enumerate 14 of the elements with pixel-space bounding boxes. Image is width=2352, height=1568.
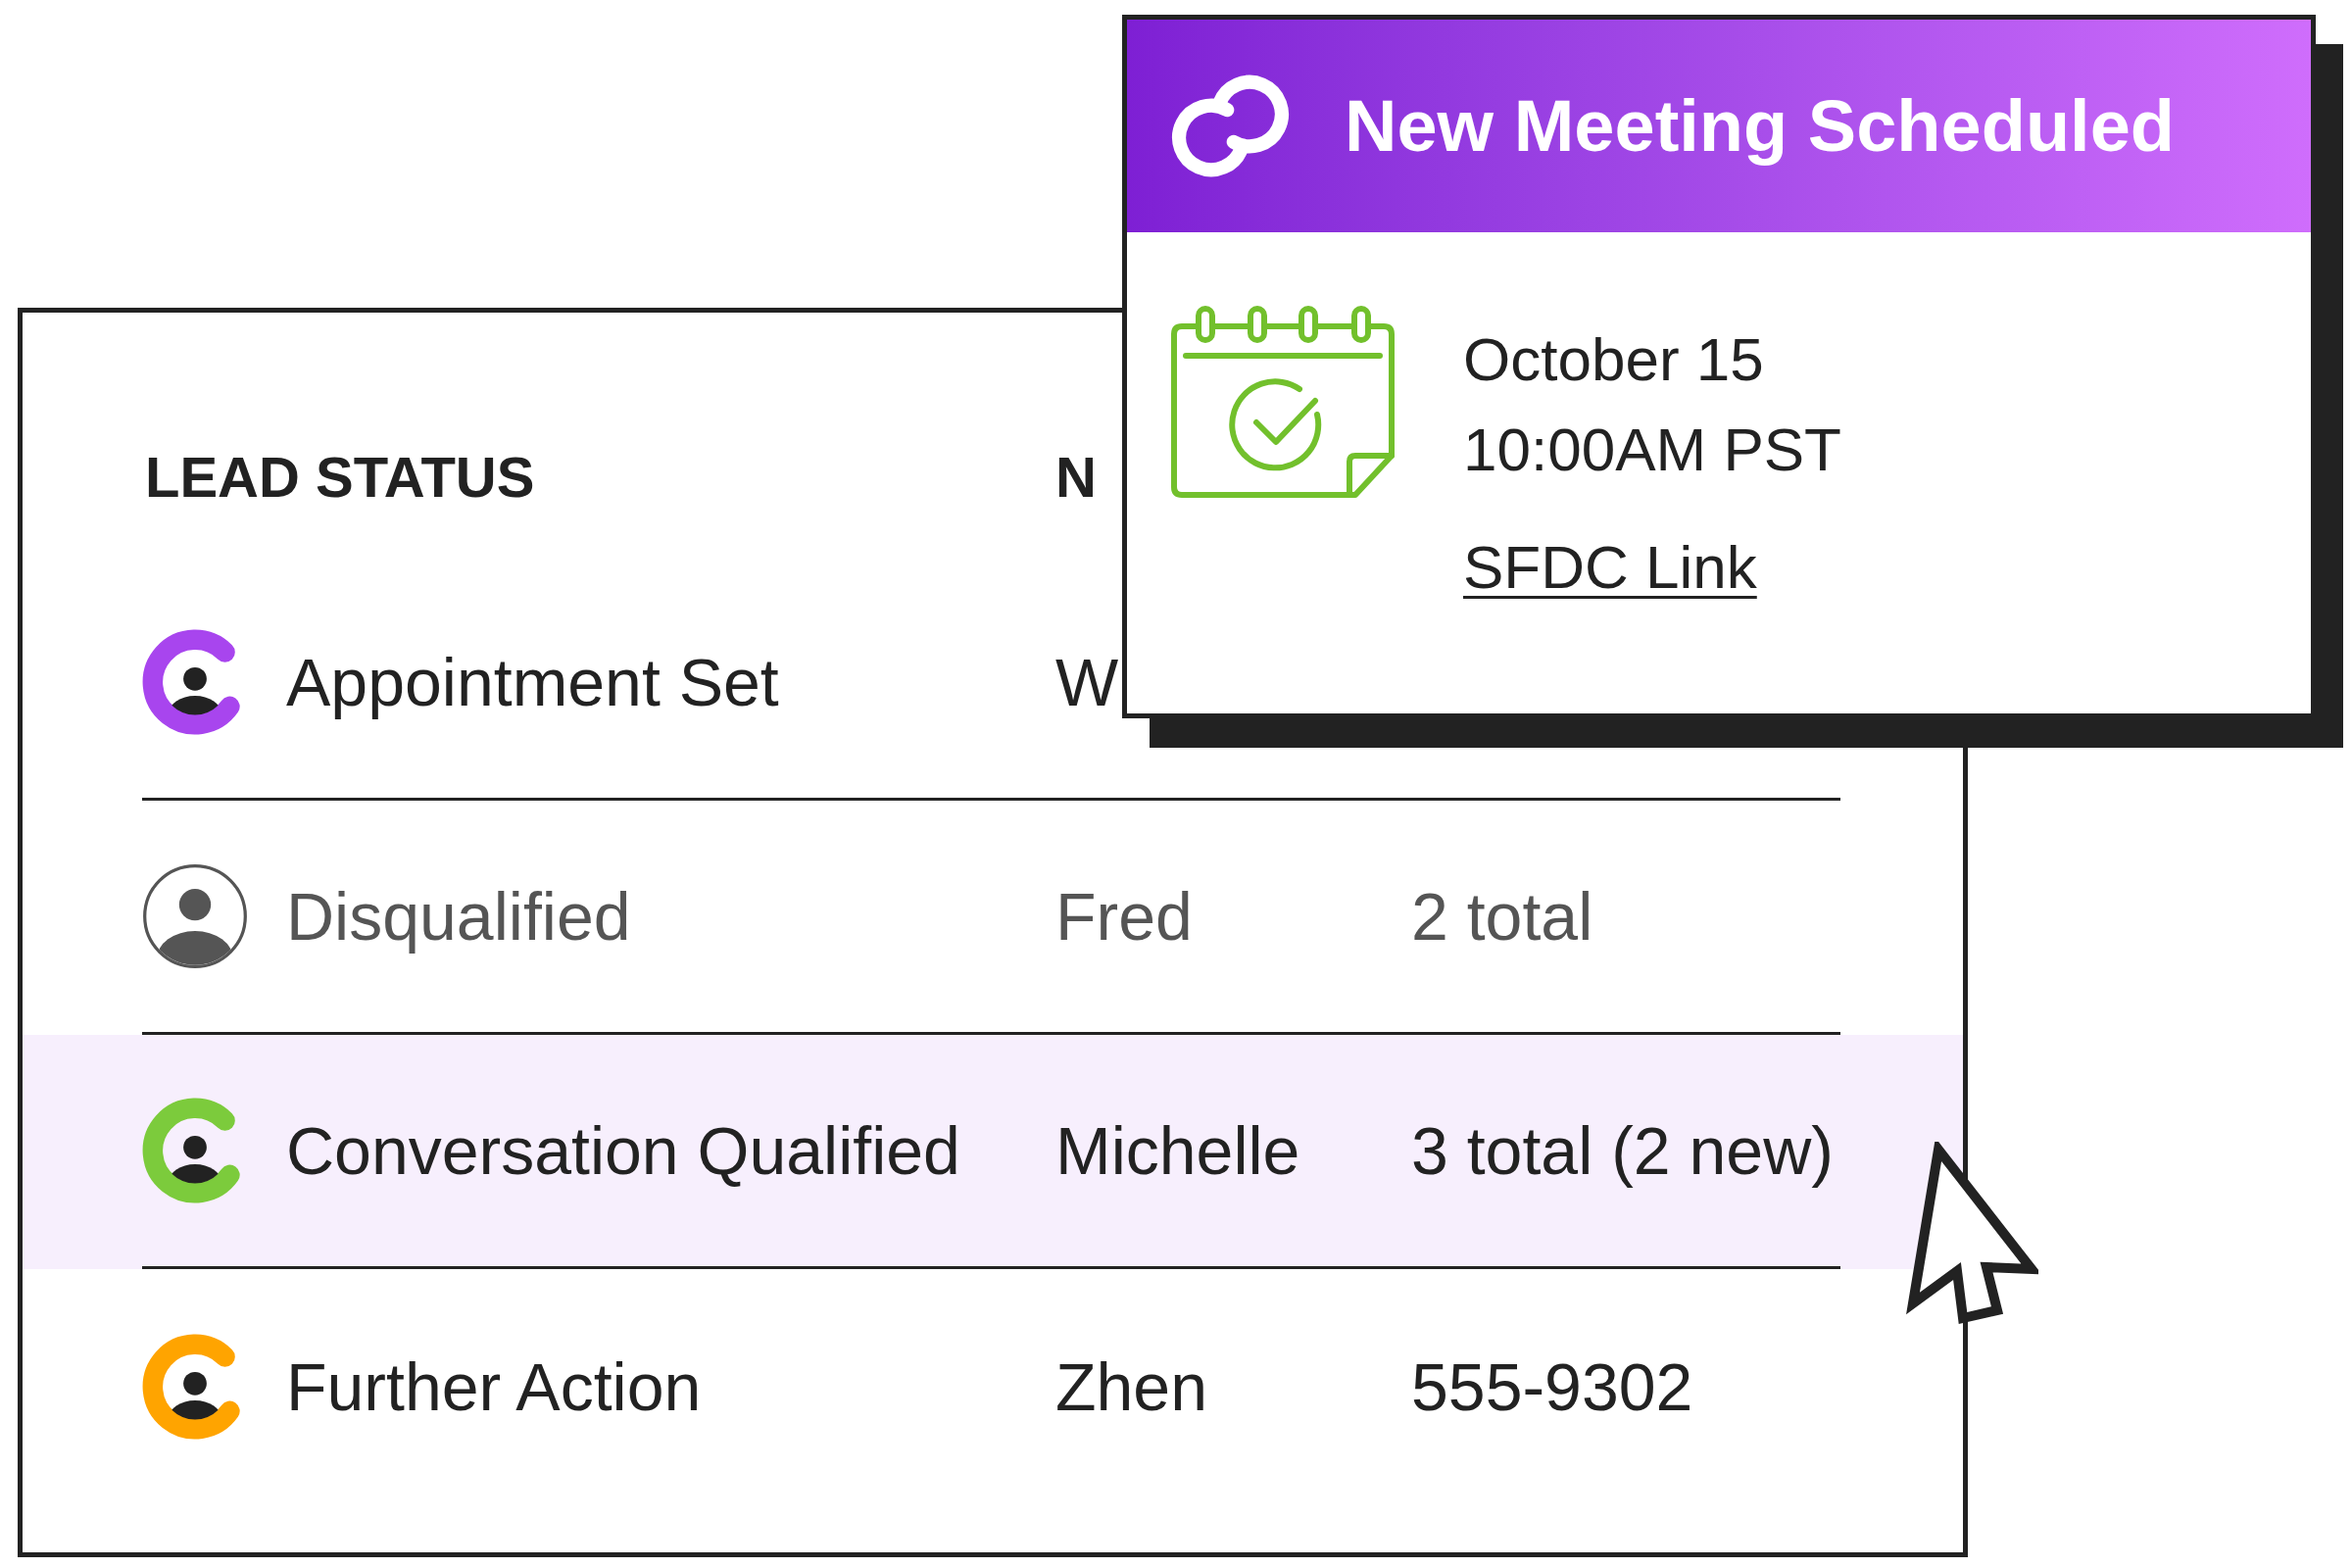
table-cell: 2 total	[1411, 883, 1593, 950]
time-text: 10:00AM PST	[1463, 415, 1841, 485]
column-header: LEAD STATUS	[145, 449, 535, 506]
table-cell: W	[1055, 649, 1119, 715]
calendar-check-icon	[1170, 305, 1396, 501]
date-text: October 15	[1463, 324, 1764, 395]
table-cell: Fred	[1055, 883, 1193, 950]
column-header: N	[1055, 449, 1097, 506]
table-row[interactable]: Conversation Qualified Michelle 3 total (2 new)	[23, 1035, 1963, 1269]
status-label: Further Action	[286, 1352, 702, 1420]
table-cell: 555-9302	[1411, 1352, 1693, 1420]
table-cell: Michelle	[1055, 1117, 1300, 1184]
linked-rings-icon	[1170, 74, 1291, 178]
table-cell: Zhen	[1055, 1352, 1207, 1420]
